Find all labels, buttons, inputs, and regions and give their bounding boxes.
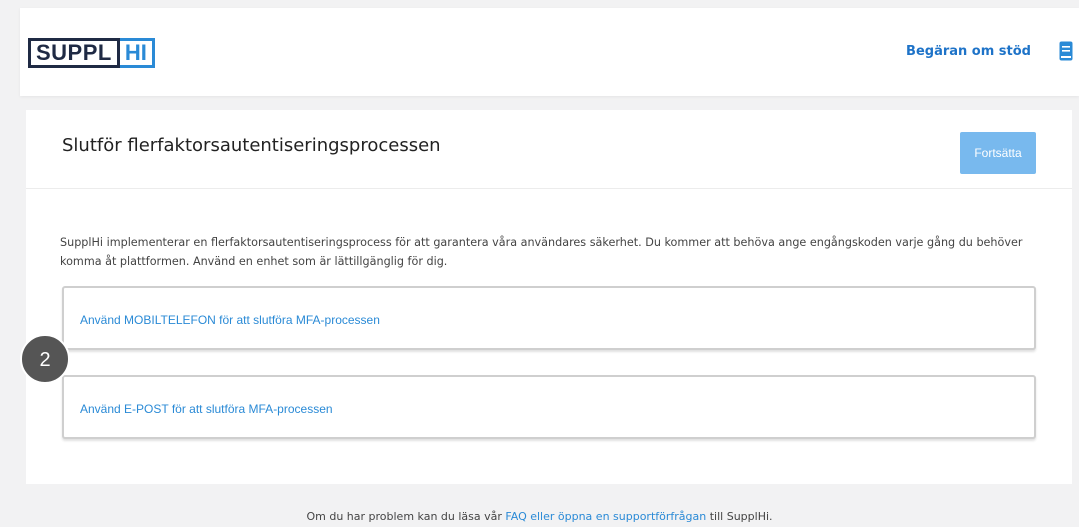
step-number-badge: 2 bbox=[20, 334, 70, 384]
footer-help-text: Om du har problem kan du läsa vår FAQ el… bbox=[0, 510, 1079, 523]
mfa-description: SupplHi implementerar en flerfaktorsaute… bbox=[60, 236, 1023, 268]
supplhi-logo[interactable]: SUPPL HI bbox=[28, 38, 155, 68]
option-mobile-phone[interactable]: Använd MOBILTELEFON för att slutföra MFA… bbox=[62, 286, 1036, 350]
option-mobile-phone-label: Använd MOBILTELEFON för att slutföra MFA… bbox=[80, 313, 380, 327]
option-email[interactable]: Använd E-POST för att slutföra MFA-proce… bbox=[62, 375, 1036, 439]
footer-prefix: Om du har problem kan du läsa vår bbox=[306, 510, 502, 523]
card-header: Slutför flerfaktorsautentiseringsprocess… bbox=[26, 110, 1072, 189]
logo-text-suppl: SUPPL bbox=[28, 38, 120, 68]
continue-button[interactable]: Fortsätta bbox=[960, 132, 1036, 174]
page-title: Slutför flerfaktorsautentiseringsprocess… bbox=[62, 135, 441, 156]
option-email-label: Använd E-POST för att slutföra MFA-proce… bbox=[80, 402, 333, 416]
top-header: SUPPL HI Begäran om stöd bbox=[20, 8, 1079, 96]
footer-suffix: till SupplHi. bbox=[709, 510, 773, 523]
logo-text-hi: HI bbox=[119, 38, 155, 68]
mfa-card: Slutför flerfaktorsautentiseringsprocess… bbox=[26, 110, 1072, 484]
support-request-link[interactable]: Begäran om stöd bbox=[906, 44, 1031, 59]
book-icon[interactable] bbox=[1059, 41, 1073, 61]
faq-support-link[interactable]: FAQ eller öppna en supportförfrågan bbox=[505, 510, 706, 523]
